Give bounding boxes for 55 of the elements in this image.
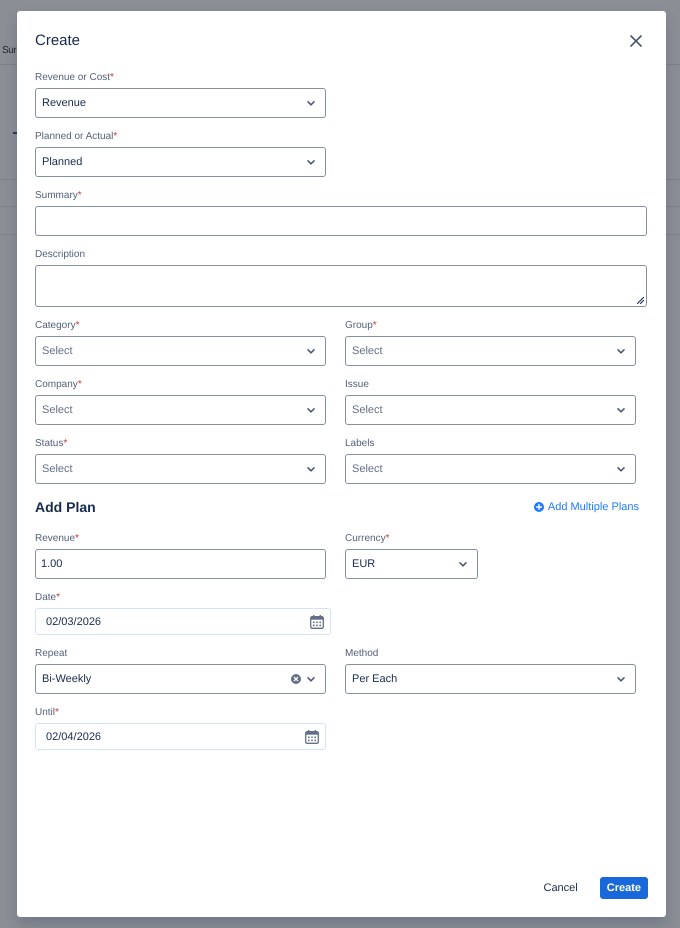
chevron-down-icon: [307, 100, 315, 106]
field-label: Planned or Actual*: [35, 130, 118, 144]
field-label: Currency*: [345, 532, 390, 546]
chevron-down-icon: [307, 676, 315, 682]
chevron-down-icon: [617, 348, 625, 354]
chevron-down-icon: [617, 408, 625, 412]
field-label: Issue: [345, 378, 369, 392]
create-button[interactable]: Create: [600, 877, 648, 899]
select-field[interactable]: Select: [35, 454, 326, 484]
chevron-down-icon: [307, 466, 315, 472]
field-label: Group*: [345, 319, 377, 333]
select-field[interactable]: Select: [345, 454, 636, 484]
textarea-field[interactable]: [35, 265, 647, 307]
chevron-down-icon: [307, 348, 315, 354]
clear-icon[interactable]: [291, 674, 301, 684]
field-label: Repeat: [35, 647, 68, 661]
field-label: Category*: [35, 319, 80, 333]
select-field[interactable]: Revenue: [35, 88, 326, 118]
field-label: Labels: [345, 437, 374, 451]
cancel-button[interactable]: Cancel: [536, 877, 586, 899]
select-field[interactable]: Bi-Weekly: [35, 664, 326, 694]
calendar-icon[interactable]: [305, 730, 319, 744]
plus-circle-icon: [534, 502, 544, 512]
select-field[interactable]: Select: [345, 336, 636, 366]
calendar-icon[interactable]: [310, 614, 324, 628]
field-label: Until*: [35, 706, 59, 720]
field-label: Date*: [35, 591, 60, 605]
field-label: Status*: [35, 437, 68, 451]
section-heading: Add Plan: [35, 498, 96, 517]
field-label: Company*: [35, 378, 82, 392]
select-field[interactable]: Select: [35, 395, 326, 425]
add-plans-link[interactable]: Add Multiple Plans: [534, 501, 639, 513]
chevron-down-icon: [459, 562, 467, 566]
select-field[interactable]: Per Each: [345, 664, 636, 694]
background-text: Sur: [2, 44, 16, 58]
select-field[interactable]: EUR: [345, 549, 478, 579]
field-label: Summary*: [35, 189, 82, 203]
field-label: Method: [345, 647, 378, 661]
field-label: Revenue or Cost*: [35, 71, 114, 85]
chevron-down-icon: [307, 408, 315, 412]
dialog-title: Create: [35, 31, 80, 51]
resize-handle-icon[interactable]: [637, 297, 644, 304]
date-field[interactable]: 02/03/2026: [35, 608, 331, 635]
select-field[interactable]: Planned: [35, 147, 326, 177]
date-field[interactable]: 02/04/2026: [35, 723, 326, 750]
select-field[interactable]: Select: [35, 336, 326, 366]
text-field[interactable]: 1.00: [35, 549, 326, 579]
close-icon: [630, 35, 642, 47]
field-label: Revenue*: [35, 532, 79, 546]
select-field[interactable]: Select: [345, 395, 636, 425]
text-field[interactable]: [35, 206, 647, 236]
chevron-down-icon: [617, 466, 625, 472]
field-label: Description: [35, 248, 86, 262]
chevron-down-icon: [307, 160, 315, 164]
chevron-down-icon: [617, 676, 625, 682]
